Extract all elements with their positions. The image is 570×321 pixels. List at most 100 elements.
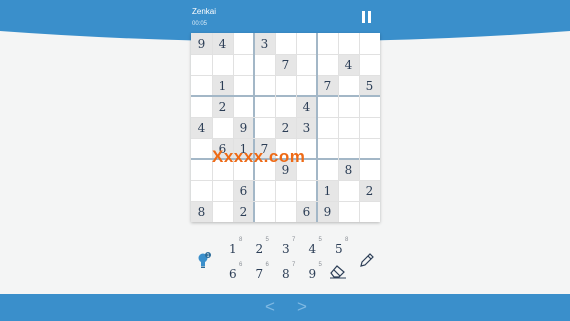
sudoku-cell[interactable] [212, 201, 233, 222]
sudoku-cell[interactable] [296, 180, 317, 201]
sudoku-cell[interactable]: 9 [317, 201, 338, 222]
sudoku-cell[interactable] [338, 33, 359, 54]
sudoku-cell[interactable]: 2 [233, 201, 254, 222]
sudoku-cell[interactable] [212, 117, 233, 138]
sudoku-cell[interactable] [317, 117, 338, 138]
sudoku-cell[interactable] [338, 117, 359, 138]
sudoku-cell[interactable]: 4 [212, 33, 233, 54]
pause-button[interactable] [359, 9, 373, 25]
sudoku-cell[interactable] [338, 201, 359, 222]
eraser-button[interactable] [329, 263, 347, 281]
sudoku-cell[interactable]: 8 [191, 201, 212, 222]
number-button-2[interactable]: 25 [254, 237, 274, 257]
sudoku-cell[interactable]: 7 [275, 54, 296, 75]
sudoku-cell[interactable] [317, 33, 338, 54]
sudoku-cell[interactable] [338, 180, 359, 201]
sudoku-cell[interactable] [233, 54, 254, 75]
sudoku-cell[interactable] [191, 75, 212, 96]
sudoku-cell[interactable] [317, 96, 338, 117]
grid-line [191, 54, 380, 55]
sudoku-cell[interactable] [254, 180, 275, 201]
number-button-3[interactable]: 37 [280, 237, 300, 257]
sudoku-cell[interactable] [275, 33, 296, 54]
number-button-digit: 9 [308, 267, 317, 281]
number-button-8[interactable]: 87 [280, 262, 300, 282]
sudoku-cell[interactable] [359, 54, 380, 75]
sudoku-cell[interactable]: 6 [212, 138, 233, 159]
grid-line [191, 180, 380, 181]
sudoku-cell[interactable] [359, 201, 380, 222]
previous-button[interactable]: < [265, 297, 275, 317]
sudoku-cell[interactable] [317, 138, 338, 159]
sudoku-cell[interactable] [233, 159, 254, 180]
sudoku-cell[interactable]: 4 [338, 54, 359, 75]
sudoku-cell[interactable] [296, 159, 317, 180]
sudoku-cell[interactable] [191, 54, 212, 75]
sudoku-cell[interactable] [191, 159, 212, 180]
sudoku-cell[interactable] [317, 54, 338, 75]
sudoku-cell[interactable] [254, 96, 275, 117]
number-button-6[interactable]: 66 [227, 262, 247, 282]
sudoku-cell[interactable] [359, 33, 380, 54]
sudoku-cell[interactable]: 3 [296, 117, 317, 138]
sudoku-cell[interactable] [254, 117, 275, 138]
sudoku-cell[interactable] [296, 54, 317, 75]
sudoku-cell[interactable] [191, 96, 212, 117]
sudoku-cell[interactable]: 2 [212, 96, 233, 117]
sudoku-cell[interactable]: 2 [359, 180, 380, 201]
sudoku-cell[interactable] [338, 96, 359, 117]
sudoku-cell[interactable] [212, 180, 233, 201]
sudoku-cell[interactable] [275, 180, 296, 201]
sudoku-cell[interactable]: 4 [191, 117, 212, 138]
sudoku-cell[interactable]: 5 [359, 75, 380, 96]
sudoku-cell[interactable]: 4 [296, 96, 317, 117]
sudoku-cell[interactable]: 2 [275, 117, 296, 138]
sudoku-cell[interactable] [191, 138, 212, 159]
sudoku-cell[interactable]: 9 [191, 33, 212, 54]
number-button-7[interactable]: 76 [254, 262, 274, 282]
sudoku-cell[interactable] [317, 159, 338, 180]
hint-button[interactable]: 1 [196, 251, 212, 271]
sudoku-cell[interactable] [254, 159, 275, 180]
sudoku-cell[interactable] [359, 138, 380, 159]
sudoku-cell[interactable] [359, 159, 380, 180]
sudoku-cell[interactable]: 9 [233, 117, 254, 138]
sudoku-cell[interactable]: 6 [233, 180, 254, 201]
sudoku-cell[interactable]: 1 [317, 180, 338, 201]
pencil-notes-button[interactable] [358, 251, 376, 269]
number-button-9[interactable]: 95 [307, 262, 327, 282]
sudoku-cell[interactable] [275, 201, 296, 222]
sudoku-cell[interactable] [275, 138, 296, 159]
sudoku-cell[interactable] [233, 33, 254, 54]
sudoku-cell[interactable] [275, 96, 296, 117]
sudoku-cell[interactable]: 7 [254, 138, 275, 159]
sudoku-cell[interactable] [233, 96, 254, 117]
sudoku-cell[interactable] [254, 75, 275, 96]
sudoku-cell[interactable] [191, 180, 212, 201]
number-button-5[interactable]: 58 [333, 237, 353, 257]
sudoku-cell[interactable]: 9 [275, 159, 296, 180]
sudoku-cell[interactable] [233, 75, 254, 96]
sudoku-cell[interactable] [212, 159, 233, 180]
sudoku-cell[interactable] [212, 54, 233, 75]
sudoku-cell[interactable] [338, 75, 359, 96]
sudoku-cell[interactable]: 1 [212, 75, 233, 96]
sudoku-cell[interactable] [296, 75, 317, 96]
next-button[interactable]: > [297, 297, 307, 317]
sudoku-cell[interactable] [254, 201, 275, 222]
number-button-4[interactable]: 45 [307, 237, 327, 257]
sudoku-cell[interactable] [296, 33, 317, 54]
sudoku-cell[interactable]: 6 [296, 201, 317, 222]
sudoku-cell[interactable] [275, 75, 296, 96]
sudoku-cell[interactable] [296, 138, 317, 159]
grid-line [253, 33, 255, 222]
sudoku-cell[interactable] [254, 54, 275, 75]
sudoku-cell[interactable] [338, 138, 359, 159]
sudoku-cell[interactable]: 3 [254, 33, 275, 54]
sudoku-cell[interactable]: 1 [233, 138, 254, 159]
sudoku-cell[interactable] [359, 96, 380, 117]
sudoku-cell[interactable]: 8 [338, 159, 359, 180]
sudoku-cell[interactable] [359, 117, 380, 138]
sudoku-cell[interactable]: 7 [317, 75, 338, 96]
number-button-1[interactable]: 18 [227, 237, 247, 257]
